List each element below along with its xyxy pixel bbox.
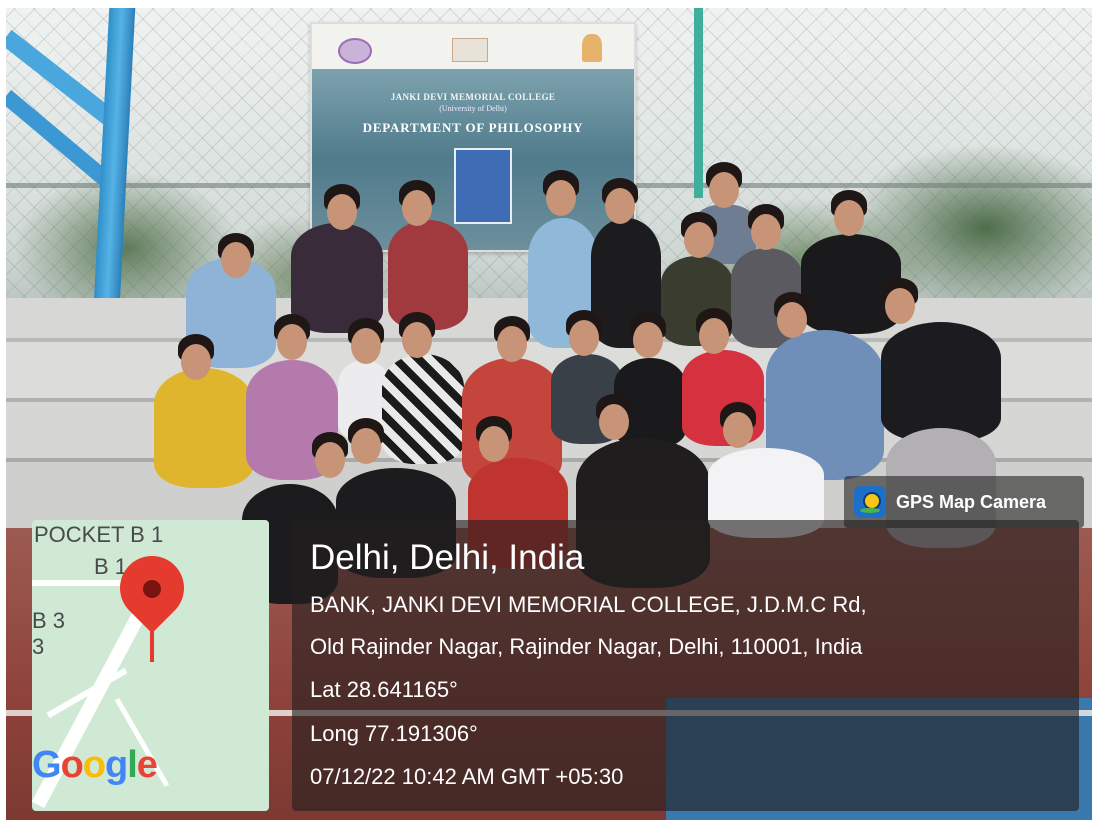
banner-college-name: JANKI DEVI MEMORIAL COLLEGE (390, 92, 556, 102)
banner-university: (University of Delhi) (439, 104, 507, 113)
face (684, 222, 714, 258)
face (351, 428, 381, 464)
face (546, 180, 576, 216)
person (388, 220, 468, 330)
person (382, 354, 464, 464)
gps-map-camera-icon (854, 486, 886, 518)
face (605, 188, 635, 224)
face (569, 320, 599, 356)
face (351, 328, 381, 364)
face (402, 190, 432, 226)
face (221, 242, 251, 278)
timestamp: 07/12/22 10:42 AM GMT +05:30 (310, 764, 624, 789)
banner-poster (454, 148, 512, 224)
face (723, 412, 753, 448)
emblem-icon (452, 38, 488, 62)
location-city: Delhi, Delhi, India (310, 538, 585, 577)
address-line-1: BANK, JANKI DEVI MEMORIAL COLLEGE, J.D.M… (310, 592, 867, 617)
college-logo-icon (338, 38, 372, 64)
face (699, 318, 729, 354)
department-banner: JANKI DEVI MEMORIAL COLLEGE (University … (310, 22, 636, 252)
gps-badge-label: GPS Map Camera (896, 491, 1047, 512)
face (885, 288, 915, 324)
map-pin-dot (143, 580, 161, 598)
face (777, 302, 807, 338)
map-label: B 3 (32, 608, 66, 633)
longitude: Long 77.191306° (310, 721, 478, 746)
google-logo: Google (32, 744, 158, 786)
green-pole (694, 8, 703, 198)
banner-department: DEPARTMENT OF PHILOSOPHY (362, 120, 584, 135)
map-label: POCKET B 1 (34, 522, 164, 547)
face (497, 326, 527, 362)
face (402, 322, 432, 358)
face (315, 442, 345, 478)
face (709, 172, 739, 208)
face (751, 214, 781, 250)
face (327, 194, 357, 230)
location-map: POCKET B 1 B 1 B 3 3 Google (32, 520, 269, 811)
crest-icon (582, 34, 602, 62)
face (181, 344, 211, 380)
face (479, 426, 509, 462)
location-info-panel: Delhi, Delhi, India BANK, JANKI DEVI MEM… (292, 520, 1079, 811)
face (834, 200, 864, 236)
face (277, 324, 307, 360)
person (154, 368, 254, 488)
map-label: 3 (32, 634, 45, 659)
person (881, 322, 1001, 442)
latitude: Lat 28.641165° (310, 677, 458, 702)
address-line-2: Old Rajinder Nagar, Rajinder Nagar, Delh… (310, 634, 863, 659)
person (291, 223, 383, 333)
face (599, 404, 629, 440)
face (633, 322, 663, 358)
